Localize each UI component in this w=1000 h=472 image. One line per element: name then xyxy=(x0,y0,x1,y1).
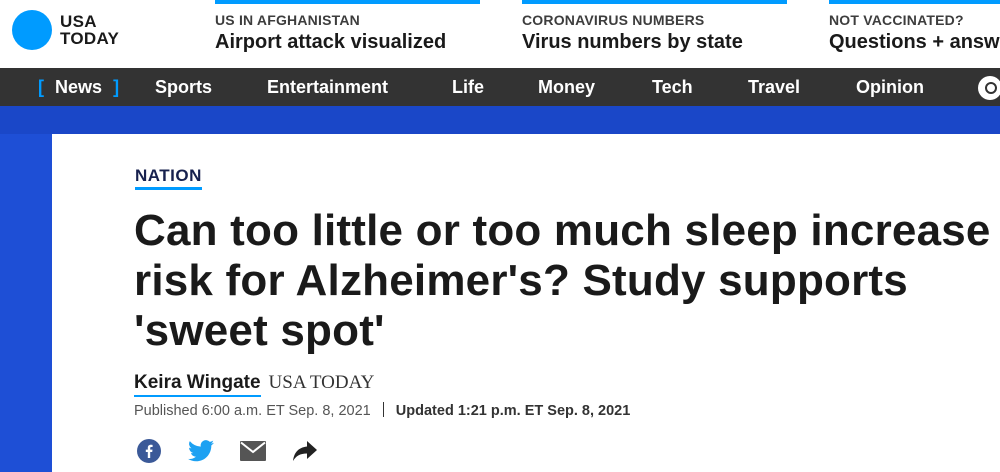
promo-title[interactable]: Questions + answ xyxy=(829,31,1000,54)
date-divider xyxy=(382,402,384,417)
nav-item-opinion[interactable]: Opinion xyxy=(856,68,924,106)
outlet-name: USA TODAY xyxy=(268,372,375,393)
share-bar xyxy=(134,436,342,466)
published-date: Published 6:00 a.m. ET Sep. 8, 2021 xyxy=(134,403,371,419)
nav-item-travel[interactable]: Travel xyxy=(748,68,800,106)
author-link[interactable]: Keira Wingate xyxy=(134,372,261,397)
promo-accent-bar xyxy=(522,0,787,4)
promo-title[interactable]: Airport attack visualized xyxy=(215,31,480,54)
promo-title[interactable]: Virus numbers by state xyxy=(522,31,787,54)
promo-afghanistan[interactable]: US IN AFGHANISTAN Airport attack visuali… xyxy=(215,0,480,68)
article-dates: Published 6:00 a.m. ET Sep. 8, 2021 Upda… xyxy=(134,402,630,419)
nav-item-money[interactable]: Money xyxy=(538,68,595,106)
twitter-icon[interactable] xyxy=(186,436,216,466)
nav-item-news[interactable]: [ News ] xyxy=(38,68,119,106)
email-icon[interactable] xyxy=(238,436,268,466)
top-bar: USA TODAY US IN AFGHANISTAN Airport atta… xyxy=(0,0,1000,68)
usa-today-logo[interactable]: USA TODAY xyxy=(12,10,119,50)
promo-not-vaccinated[interactable]: NOT VACCINATED? Questions + answ xyxy=(829,0,1000,68)
promo-coronavirus[interactable]: CORONAVIRUS NUMBERS Virus numbers by sta… xyxy=(522,0,787,68)
nav-item-sports[interactable]: Sports xyxy=(155,68,212,106)
nav-item-tech[interactable]: Tech xyxy=(652,68,693,106)
main-nav: [ News ] Sports Entertainment Life Money… xyxy=(0,68,1000,106)
facebook-icon[interactable] xyxy=(134,436,164,466)
search-icon[interactable] xyxy=(978,76,1000,100)
article-card: NATION Can too little or too much sleep … xyxy=(52,134,1000,472)
hero-band-top xyxy=(0,106,1000,134)
logo-wordmark: USA TODAY xyxy=(60,13,119,47)
share-arrow-icon[interactable] xyxy=(290,436,320,466)
updated-date: Updated 1:21 p.m. ET Sep. 8, 2021 xyxy=(395,403,631,419)
promo-accent-bar xyxy=(215,0,480,4)
logo-line-2: TODAY xyxy=(60,29,120,48)
nav-label: News xyxy=(55,77,103,97)
promo-kicker: US IN AFGHANISTAN xyxy=(215,12,360,28)
nav-item-life[interactable]: Life xyxy=(452,68,484,106)
logo-dot xyxy=(12,10,52,50)
nav-bracket-open: [ xyxy=(38,77,44,97)
section-tag[interactable]: NATION xyxy=(135,166,202,190)
promo-kicker: NOT VACCINATED? xyxy=(829,12,964,28)
article-headline: Can too little or too much sleep increas… xyxy=(134,206,991,355)
promo-accent-bar xyxy=(829,0,1000,4)
logo-line-1: USA xyxy=(60,12,97,31)
promo-kicker: CORONAVIRUS NUMBERS xyxy=(522,12,705,28)
nav-item-entertainment[interactable]: Entertainment xyxy=(267,68,388,106)
nav-bracket-close: ] xyxy=(113,77,120,97)
byline: Keira Wingate USA TODAY xyxy=(134,372,374,397)
